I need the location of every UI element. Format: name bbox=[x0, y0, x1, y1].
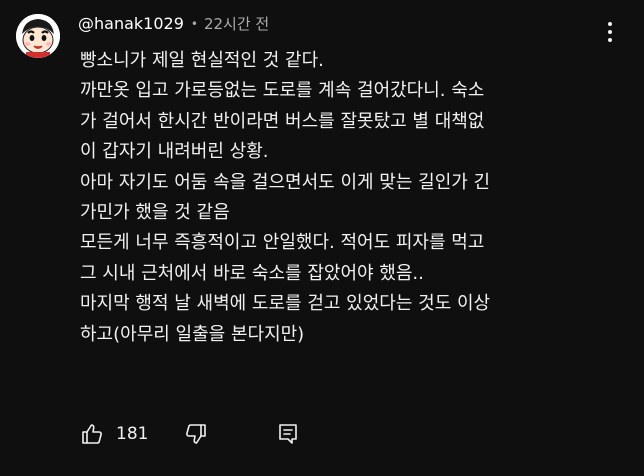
comment-line: 빵소니가 제일 현실적인 것 같다. bbox=[80, 50, 324, 71]
header-separator: • bbox=[190, 17, 198, 31]
comment-line: 하고(아무리 일출을 본다지만) bbox=[80, 323, 305, 345]
comment-timestamp[interactable]: 22시간 전 bbox=[204, 12, 269, 36]
comment-line: 그 시내 근처에서 바로 숙소를 잡았어야 했음.. bbox=[80, 262, 424, 284]
comment-line: 모든게 너무 즉흥적이고 안일했다. 적어도 피자를 먹고 bbox=[80, 232, 485, 254]
comment-thread: @hanak1029 • 22시간 전 빵소니가 제일 현실적인 것 같다. 까… bbox=[0, 0, 644, 476]
more-vertical-icon[interactable] bbox=[600, 18, 620, 46]
menu-dot bbox=[608, 38, 612, 42]
comment-actions: 181 bbox=[80, 418, 302, 450]
comment-line: 까만옷 입고 가로등없는 도로를 계속 걸어갔다니. 숙소 bbox=[80, 80, 485, 102]
reply-button[interactable] bbox=[274, 418, 302, 450]
comment-text: 빵소니가 제일 현실적인 것 같다. 까만옷 입고 가로등없는 도로를 계속 걸… bbox=[80, 46, 636, 350]
menu-dot bbox=[608, 22, 612, 26]
dislike-button[interactable] bbox=[182, 418, 210, 450]
comment-header: @hanak1029 • 22시간 전 bbox=[78, 12, 269, 36]
comment-line: 아마 자기도 어둠 속을 걸으면서도 이게 맞는 길인가 긴 bbox=[80, 171, 491, 193]
like-button[interactable] bbox=[80, 418, 108, 450]
cartoon-character-avatar-icon bbox=[16, 14, 60, 58]
thumbs-up-icon bbox=[82, 424, 102, 444]
comment-line: 이 갑자기 내려버린 상황. bbox=[80, 141, 269, 163]
avatar[interactable] bbox=[16, 14, 60, 58]
comment-line: 마지막 행적 날 새벽에 도로를 걷고 있었다는 것도 이상 bbox=[80, 293, 491, 315]
menu-dot bbox=[608, 30, 612, 34]
comment-line: 가민가 했을 것 같음 bbox=[80, 201, 230, 223]
comment-line: 가 걸어서 한시간 반이라면 버스를 잘못탔고 별 대책없 bbox=[80, 110, 485, 132]
comment-author[interactable]: @hanak1029 bbox=[78, 12, 184, 36]
thumbs-down-icon bbox=[186, 424, 206, 444]
reply-comment-icon bbox=[279, 424, 297, 444]
like-count: 181 bbox=[116, 424, 149, 444]
